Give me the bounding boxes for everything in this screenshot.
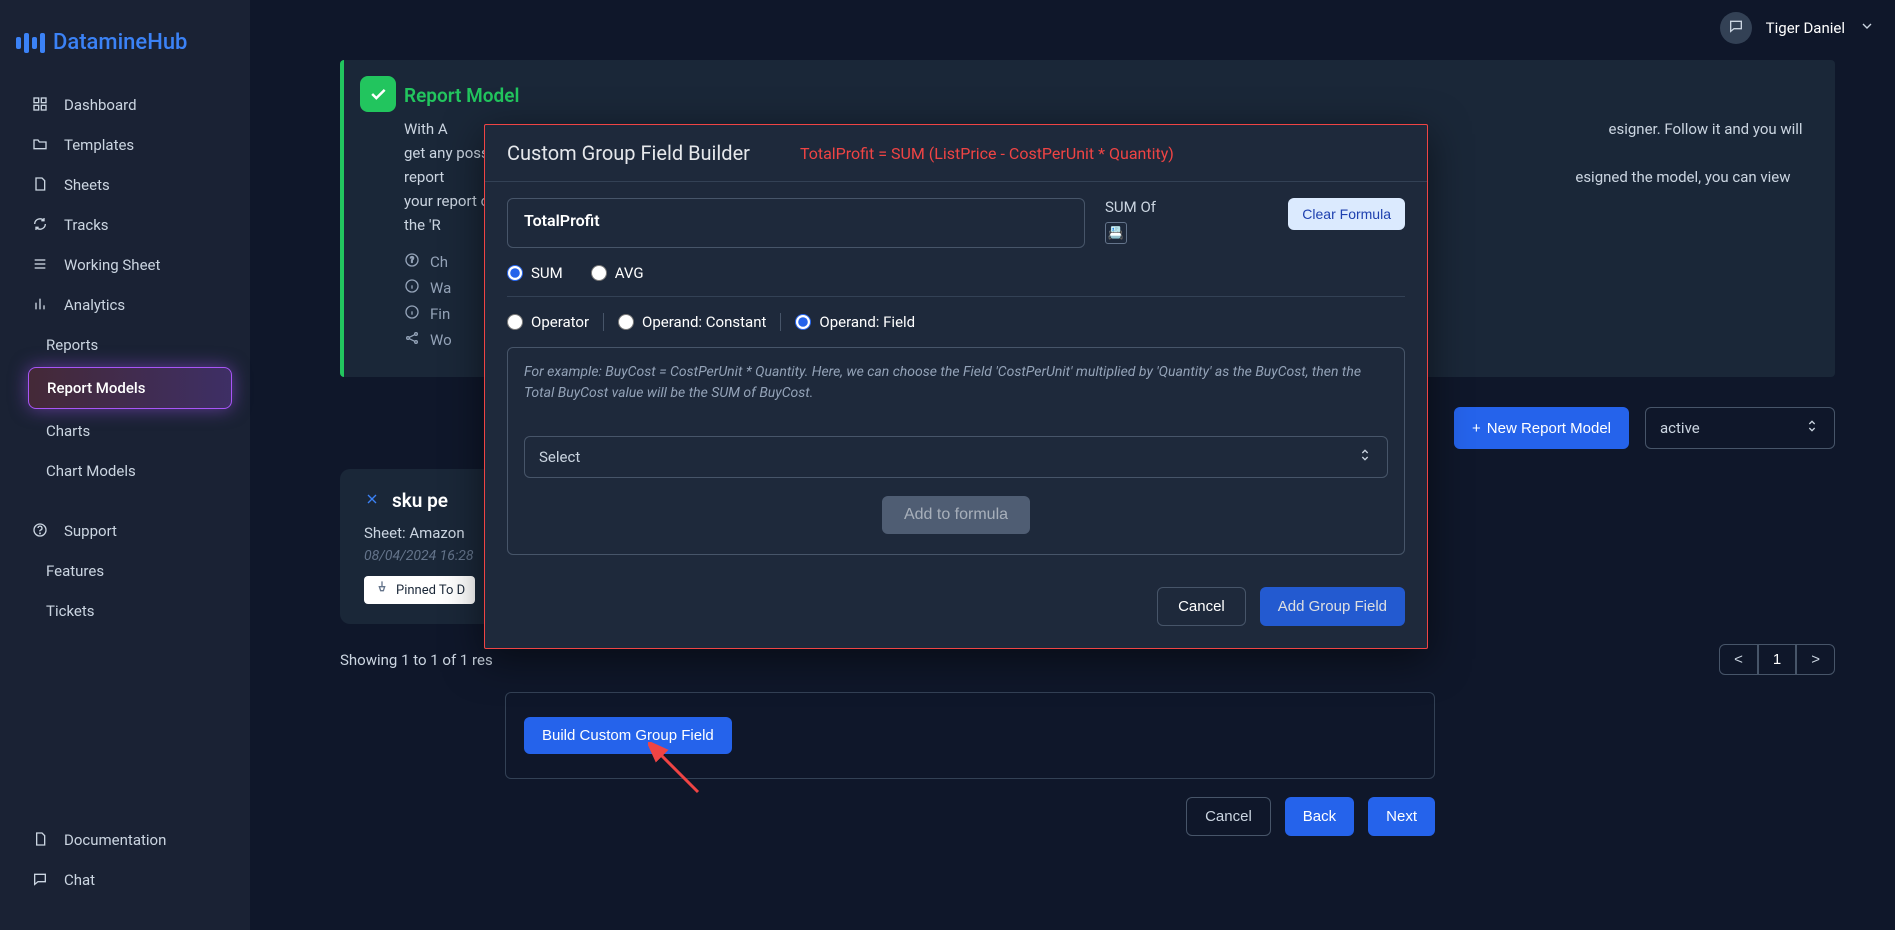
nav-working-sheet[interactable]: Working Sheet: [0, 245, 250, 285]
logo-icon: [16, 33, 45, 53]
nav-templates[interactable]: Templates: [0, 125, 250, 165]
nav-label: Dashboard: [64, 96, 137, 114]
radio-operator[interactable]: Operator: [507, 313, 604, 331]
nav-charts[interactable]: Charts: [0, 411, 250, 451]
add-to-formula-button[interactable]: Add to formula: [882, 496, 1030, 534]
doc-icon: [32, 831, 50, 849]
share-icon: [404, 330, 420, 350]
status-filter-select[interactable]: active: [1645, 407, 1835, 449]
sidebar: DatamineHub Dashboard Templates Sheets T…: [0, 0, 250, 930]
chat-icon: [32, 871, 50, 889]
modal-footer: Cancel Add Group Field: [485, 571, 1427, 648]
page-1[interactable]: 1: [1758, 644, 1796, 675]
brand-logo[interactable]: DatamineHub: [0, 20, 250, 85]
refresh-icon: [32, 216, 50, 234]
updown-icon: [1804, 418, 1820, 438]
wizard-cancel-button[interactable]: Cancel: [1186, 797, 1271, 836]
modal-title: Custom Group Field Builder: [507, 141, 750, 165]
help-icon: [32, 522, 50, 540]
results-text: Showing 1 to 1 of 1 res: [340, 651, 493, 669]
nav-chat[interactable]: Chat: [0, 860, 250, 900]
helper-panel: For example: BuyCost = CostPerUnit * Qua…: [507, 347, 1405, 555]
radio-operand-field[interactable]: Operand: Field: [795, 313, 929, 331]
wizard-next-button[interactable]: Next: [1368, 797, 1435, 836]
add-group-field-button[interactable]: Add Group Field: [1260, 587, 1405, 626]
brand-name: DatamineHub: [53, 30, 187, 55]
wizard-back-button[interactable]: Back: [1285, 797, 1354, 836]
custom-group-field-modal: Custom Group Field Builder TotalProfit =…: [484, 124, 1428, 649]
nav-label: Working Sheet: [64, 256, 160, 274]
nav-label: Analytics: [64, 296, 125, 314]
info-icon: [404, 304, 420, 324]
nav-tickets[interactable]: Tickets: [0, 591, 250, 631]
info-icon: [404, 278, 420, 298]
pagination: < 1 >: [1719, 644, 1835, 675]
pinned-badge: Pinned To D: [364, 576, 475, 604]
nav-sheets[interactable]: Sheets: [0, 165, 250, 205]
new-report-model-button[interactable]: + New Report Model: [1454, 407, 1629, 449]
nav-label: Sheets: [64, 176, 110, 194]
radio-sum[interactable]: SUM: [507, 264, 563, 282]
modal-formula: TotalProfit = SUM (ListPrice - CostPerUn…: [800, 144, 1174, 163]
nav-chart-models[interactable]: Chart Models: [0, 451, 250, 491]
below-modal-area: Build Custom Group Field Cancel Back Nex…: [505, 692, 1435, 836]
nav-documentation[interactable]: Documentation: [0, 820, 250, 860]
folder-icon: [32, 136, 50, 154]
nav-analytics[interactable]: Analytics: [0, 285, 250, 325]
grid-icon: [32, 96, 50, 114]
help-circle-icon: ?: [404, 252, 420, 272]
nav-support[interactable]: Support: [0, 511, 250, 551]
plus-icon: +: [1472, 420, 1481, 437]
sum-of-label: SUM Of: [1105, 198, 1156, 216]
clear-formula-button[interactable]: Clear Formula: [1288, 198, 1405, 230]
check-icon: [360, 76, 396, 112]
nav-features[interactable]: Features: [0, 551, 250, 591]
field-select[interactable]: Select: [524, 436, 1388, 478]
nav-label: Tracks: [64, 216, 109, 234]
bars-icon: [32, 296, 50, 314]
aggregation-radio-group: SUM AVG: [507, 264, 1405, 297]
nav-dashboard[interactable]: Dashboard: [0, 85, 250, 125]
field-name-input[interactable]: TotalProfit: [507, 198, 1085, 248]
nav-label: Templates: [64, 136, 134, 154]
svg-text:?: ?: [410, 256, 414, 265]
banner-title: Report Model: [404, 84, 1805, 107]
modal-header: Custom Group Field Builder TotalProfit =…: [485, 125, 1427, 182]
modal-cancel-button[interactable]: Cancel: [1157, 587, 1246, 626]
page-next[interactable]: >: [1796, 644, 1835, 675]
list-icon: [32, 256, 50, 274]
nav-tracks[interactable]: Tracks: [0, 205, 250, 245]
calculator-icon: 📇: [1105, 222, 1127, 244]
pin-icon: [374, 580, 390, 600]
page-prev[interactable]: <: [1719, 644, 1758, 675]
operand-radio-group: Operator Operand: Constant Operand: Fiel…: [507, 313, 1405, 331]
nav-report-models[interactable]: Report Models: [28, 367, 232, 409]
updown-icon: [1357, 447, 1373, 467]
nav-reports[interactable]: Reports: [0, 325, 250, 365]
radio-operand-constant[interactable]: Operand: Constant: [618, 313, 781, 331]
build-row: Build Custom Group Field: [505, 692, 1435, 779]
file-icon: [32, 176, 50, 194]
sparkle-icon: [364, 489, 380, 512]
radio-avg[interactable]: AVG: [591, 264, 644, 282]
helper-text: For example: BuyCost = CostPerUnit * Qua…: [524, 362, 1388, 404]
build-custom-group-field-button[interactable]: Build Custom Group Field: [524, 717, 732, 754]
